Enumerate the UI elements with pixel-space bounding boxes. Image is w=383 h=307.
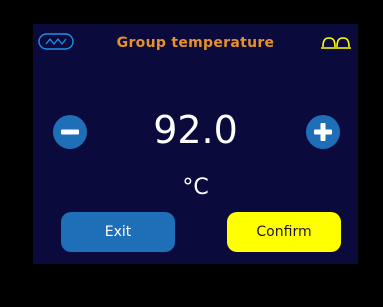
temperature-unit: °C [182,175,209,200]
display-screen: Group temperature 92.0 °C Exit Confirm [33,24,358,264]
page-title: Group temperature [116,35,275,51]
confirm-button[interactable]: Confirm [227,212,341,252]
header-bar: Group temperature [33,24,358,64]
decrease-button[interactable] [53,115,87,149]
wave-icon [38,33,74,50]
plus-icon [314,123,332,141]
temperature-value: 92.0 [153,108,238,152]
coffee-cups-icon [321,37,351,49]
increase-button[interactable] [306,115,340,149]
exit-button[interactable]: Exit [61,212,175,252]
device-bezel: Group temperature 92.0 °C Exit Confirm [0,0,383,307]
minus-icon [61,129,79,135]
